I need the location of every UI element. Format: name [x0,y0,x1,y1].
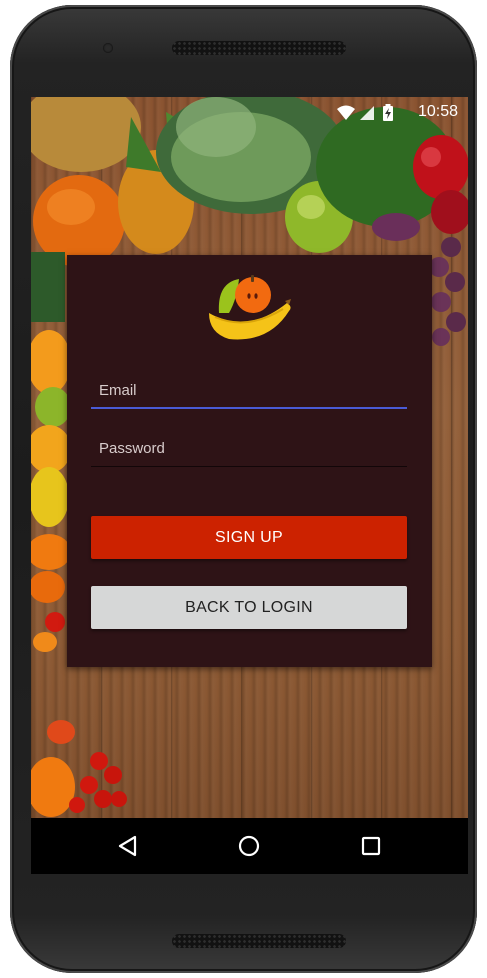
status-icons [337,104,393,121]
back-to-login-button[interactable]: BACK TO LOGIN [91,586,407,629]
password-input[interactable] [91,433,407,463]
signup-card: SIGN UP BACK TO LOGIN [67,255,432,667]
back-triangle-icon[interactable] [115,832,143,860]
recents-square-icon[interactable] [357,832,385,860]
phone-screen: 10:58 SIGN UP BACK TO LOGIN [31,97,468,874]
signup-button[interactable]: SIGN UP [91,516,407,559]
email-field[interactable] [91,375,407,409]
fruit-bowl-logo [209,275,291,340]
signal-icon [360,106,374,120]
password-field[interactable] [91,433,407,467]
status-time: 10:58 [417,103,458,120]
email-underline [91,407,407,409]
battery-charging-icon [383,104,393,121]
status-bar: 10:58 [31,97,468,129]
password-underline [91,466,407,467]
home-circle-icon[interactable] [235,832,263,860]
wifi-icon [337,105,355,120]
earpiece-speaker [172,41,346,55]
navigation-bar [31,818,468,874]
front-camera [103,43,113,53]
email-input[interactable] [91,375,407,405]
bottom-speaker [172,934,346,948]
